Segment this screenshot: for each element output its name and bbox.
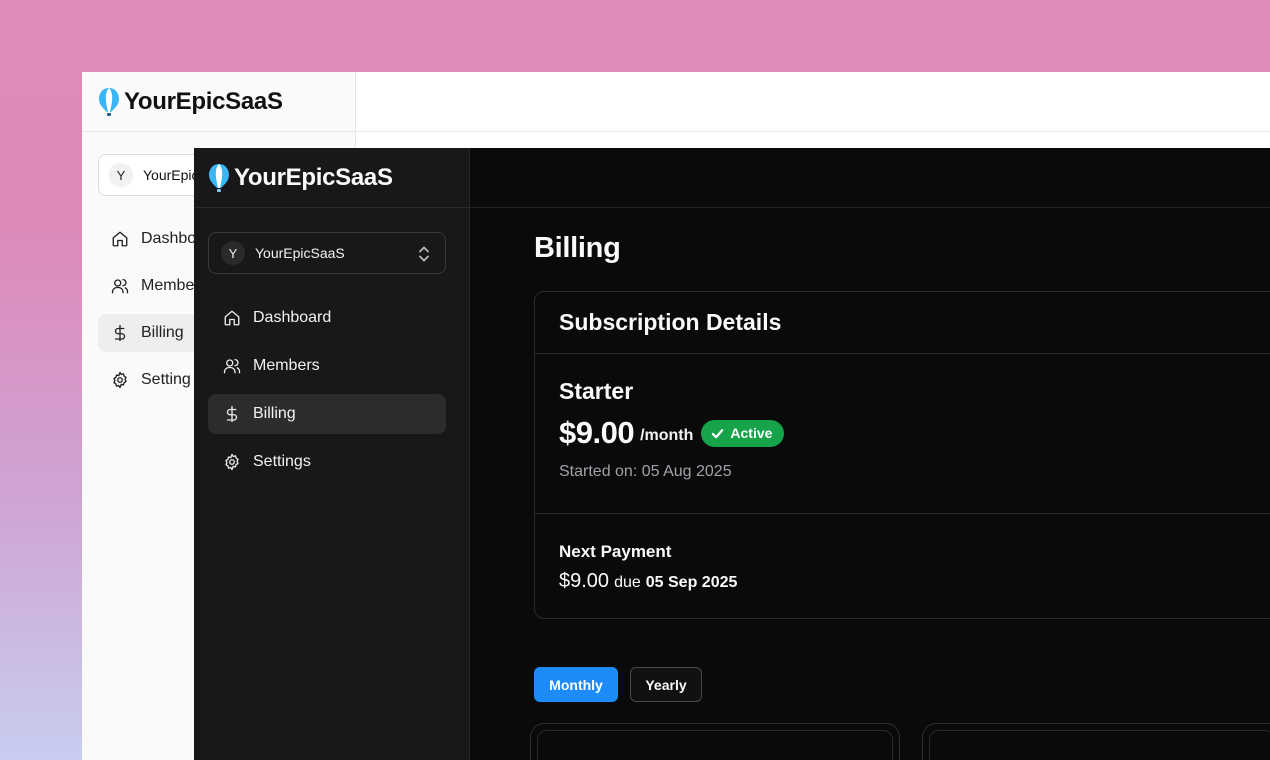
dollar-icon xyxy=(114,324,126,342)
next-payment-title: Next Payment xyxy=(559,542,672,561)
users-icon xyxy=(223,358,241,374)
check-icon xyxy=(712,428,724,438)
sidebar: YourEpicSaaS Y YourEpicSaaS Dashboard Me… xyxy=(194,148,470,760)
due-label: due xyxy=(614,574,641,591)
price-row: $9.00 /month Active xyxy=(559,415,1269,451)
sidebar-item-billing[interactable]: Billing xyxy=(208,394,446,434)
workspace-name: YourEpic xyxy=(143,167,199,183)
home-icon xyxy=(112,231,128,247)
sidebar-item-label: Billing xyxy=(253,405,296,422)
workspace-name: YourEpicSaaS xyxy=(255,245,345,261)
nav-label: Billing xyxy=(141,324,184,341)
current-plan-section: Starter $9.00 /month Active Started on: … xyxy=(535,354,1270,514)
workspace-switcher[interactable]: Y YourEpicSaaS xyxy=(208,232,446,274)
pricing-plan-card-inner xyxy=(537,730,893,760)
background-topbar xyxy=(356,72,1270,132)
page-title: Billing xyxy=(534,232,621,264)
background-brand[interactable]: YourEpicSaaS xyxy=(98,84,283,120)
brand-name: YourEpicSaaS xyxy=(234,164,393,191)
status-badge: Active xyxy=(701,419,785,447)
background-brand-row: YourEpicSaaS xyxy=(82,72,356,132)
avatar: Y xyxy=(109,163,133,187)
avatar: Y xyxy=(221,241,245,265)
home-icon xyxy=(224,310,240,326)
next-payment-amount: $9.00 xyxy=(559,570,610,592)
monthly-toggle-button[interactable]: Monthly xyxy=(534,667,618,702)
subscription-card-title: Subscription Details xyxy=(535,292,1270,354)
subscription-card: Subscription Details Starter $9.00 /mont… xyxy=(534,291,1270,619)
sidebar-nav: Dashboard Members Billing Settings xyxy=(208,298,446,490)
next-payment-section: Next Payment $9.00 due 05 Sep 2025 xyxy=(535,514,1270,593)
gear-icon xyxy=(113,371,127,389)
background-brand-name: YourEpicSaaS xyxy=(124,88,283,115)
sidebar-item-label: Dashboard xyxy=(253,309,332,326)
sidebar-item-label: Settings xyxy=(253,453,311,470)
users-icon xyxy=(111,278,129,294)
app-window: YourEpicSaaS Y YourEpicSaaS Dashboard Me… xyxy=(194,148,1270,760)
brand-row: YourEpicSaaS xyxy=(194,148,470,208)
sidebar-item-dashboard[interactable]: Dashboard xyxy=(208,298,446,338)
nav-label: Setting xyxy=(141,371,191,388)
topbar xyxy=(470,148,1270,208)
pricing-plan-card-inner xyxy=(929,730,1270,760)
next-payment-row: $9.00 due 05 Sep 2025 xyxy=(559,570,1269,593)
chevrons-up-down-icon xyxy=(417,245,431,263)
yearly-toggle-button[interactable]: Yearly xyxy=(630,667,702,702)
status-label: Active xyxy=(730,425,773,441)
nav-label: Membe xyxy=(141,277,195,294)
plan-price: $9.00 xyxy=(559,415,635,450)
sidebar-item-members[interactable]: Members xyxy=(208,346,446,386)
gear-icon xyxy=(225,453,239,471)
due-date: 05 Sep 2025 xyxy=(645,574,738,591)
nav-label: Dashbo xyxy=(141,230,197,247)
plan-period: /month xyxy=(640,427,694,444)
pricing-plan-card[interactable] xyxy=(922,723,1270,760)
balloon-logo-icon xyxy=(209,164,229,192)
brand[interactable]: YourEpicSaaS xyxy=(208,160,393,196)
started-on: Started on: 05 Aug 2025 xyxy=(559,463,732,480)
sidebar-item-settings[interactable]: Settings xyxy=(208,442,446,482)
pricing-plan-card[interactable] xyxy=(530,723,900,760)
sidebar-item-label: Members xyxy=(253,357,320,374)
dollar-icon xyxy=(226,405,238,423)
plan-name: Starter xyxy=(559,378,634,404)
balloon-logo-icon xyxy=(99,88,119,116)
